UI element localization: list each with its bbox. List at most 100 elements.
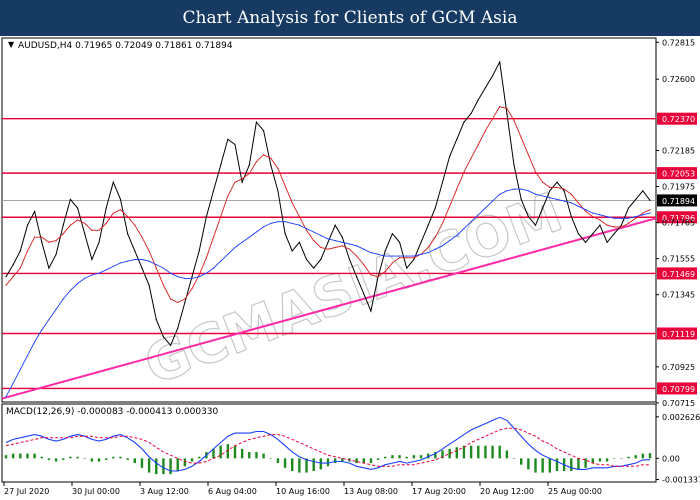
macd-histogram-bar [198, 456, 201, 459]
ma-fast-point [134, 250, 136, 252]
macd-histogram-bar [319, 458, 323, 470]
macd-histogram-bar [69, 456, 72, 459]
macd-histogram-bar [283, 458, 287, 468]
ma-slow-point [177, 276, 179, 278]
ma-slow-point [592, 212, 594, 214]
ma-slow-point [348, 243, 351, 245]
ma-fast-point [577, 233, 580, 235]
ma-fast-point [456, 138, 458, 140]
macd-histogram-bar [419, 455, 423, 459]
ma-fast-point [55, 253, 57, 255]
ma-fast-point [305, 258, 308, 261]
ma-fast-point [520, 198, 522, 200]
ma-mid-point [356, 255, 358, 257]
macd-histogram-bar [627, 456, 630, 459]
ma-slow-point [334, 240, 336, 242]
ma-mid-point [391, 262, 393, 264]
ma-slow-point [84, 277, 86, 279]
ma-mid-point [19, 267, 21, 269]
ma-mid-point [449, 205, 451, 207]
ma-fast-point [298, 241, 300, 243]
macd-histogram-bar [276, 458, 280, 464]
macd-histogram-bar [269, 458, 272, 459]
ma-mid-point [305, 229, 308, 231]
macd-histogram-bar [240, 448, 244, 459]
macd-histogram-bar [548, 458, 552, 473]
ma-fast-point [291, 250, 293, 252]
ma-mid-point [162, 284, 165, 286]
ma-mid-point [398, 257, 401, 259]
ma-fast-point [570, 215, 572, 218]
macd-histogram-bar [641, 453, 645, 459]
ma-mid-point [477, 143, 479, 146]
macd-histogram-bar [26, 453, 29, 459]
ma-slow-point [191, 277, 193, 279]
ma-fast-point [84, 233, 86, 235]
macd-axis-label: 0.00 [662, 454, 680, 463]
ma-slow-point [649, 212, 651, 214]
ma-mid-point [220, 215, 222, 218]
ma-fast-point [356, 276, 358, 278]
macd-histogram-bar [298, 458, 301, 473]
instrument-dropdown-icon[interactable]: ▼ [8, 40, 15, 49]
macd-histogram-bar [133, 458, 136, 464]
ma-slow-point [427, 252, 429, 254]
ma-mid-point [91, 229, 93, 231]
ma-fast-point [127, 233, 129, 235]
macd-histogram-bar [577, 458, 580, 470]
ma-slow-point [127, 260, 129, 262]
time-axis-label: 6 Aug 04:00 [208, 487, 257, 496]
ma-mid-point [506, 107, 508, 109]
ma-mid-point [141, 236, 143, 238]
ma-slow-point [506, 190, 508, 192]
ma-mid-point [491, 118, 494, 120]
macd-histogram-bar [126, 458, 129, 460]
ma-mid-point [585, 210, 587, 213]
ma-slow-point [377, 253, 379, 255]
ma-mid-point [84, 222, 86, 225]
ma-slow-point [141, 258, 143, 261]
macd-axis-label: 0.002626 [662, 413, 700, 422]
macd-histogram-bar [613, 458, 616, 459]
ma-mid-point [384, 270, 386, 273]
ma-mid-point [76, 219, 79, 221]
ma-mid-point [456, 188, 458, 190]
ma-fast-point [227, 138, 229, 140]
ma-mid-point [5, 284, 7, 286]
banner-title: Chart Analysis for Clients of GCM Asia [0, 0, 700, 36]
ma-fast-point [334, 224, 336, 226]
ma-fast-point [398, 241, 401, 243]
ma-fast-point [599, 224, 601, 226]
ma-slow-point [542, 195, 544, 197]
ma-mid-point [105, 222, 107, 225]
ma-mid-point [48, 241, 50, 243]
ma-slow-point [606, 215, 608, 218]
macd-histogram-bar [534, 458, 537, 473]
ma-fast-point [549, 190, 551, 192]
macd-histogram-bar [47, 458, 51, 460]
ma-mid-point [534, 171, 537, 173]
ma-fast-point [513, 164, 515, 166]
macd-histogram-bar [555, 458, 559, 471]
time-axis-label: 27 Jul 2020 [4, 487, 49, 496]
ma-fast-point [635, 198, 637, 200]
macd-histogram-bar [219, 445, 222, 459]
time-axis-label: 25 Aug 00:00 [548, 487, 602, 496]
macd-histogram-bar [362, 458, 365, 464]
time-axis-label: 10 Aug 16:00 [276, 487, 330, 496]
macd-histogram-bar [620, 458, 623, 459]
ma-slow-point [527, 190, 529, 192]
ma-mid-point [198, 274, 200, 276]
macd-histogram-bar [76, 456, 79, 459]
ma-mid-point [127, 215, 129, 218]
ma-mid-point [12, 276, 14, 278]
ma-fast-point [320, 258, 322, 261]
ma-mid-point [556, 186, 558, 188]
macd-histogram-bar [97, 458, 101, 462]
time-axis-label: 13 Aug 08:00 [344, 487, 398, 496]
ma-slow-point [198, 276, 200, 278]
macd-histogram-bar [405, 456, 408, 459]
ma-fast-point [606, 241, 608, 243]
macd-histogram-bar [326, 458, 330, 467]
ma-slow-point [520, 188, 522, 190]
